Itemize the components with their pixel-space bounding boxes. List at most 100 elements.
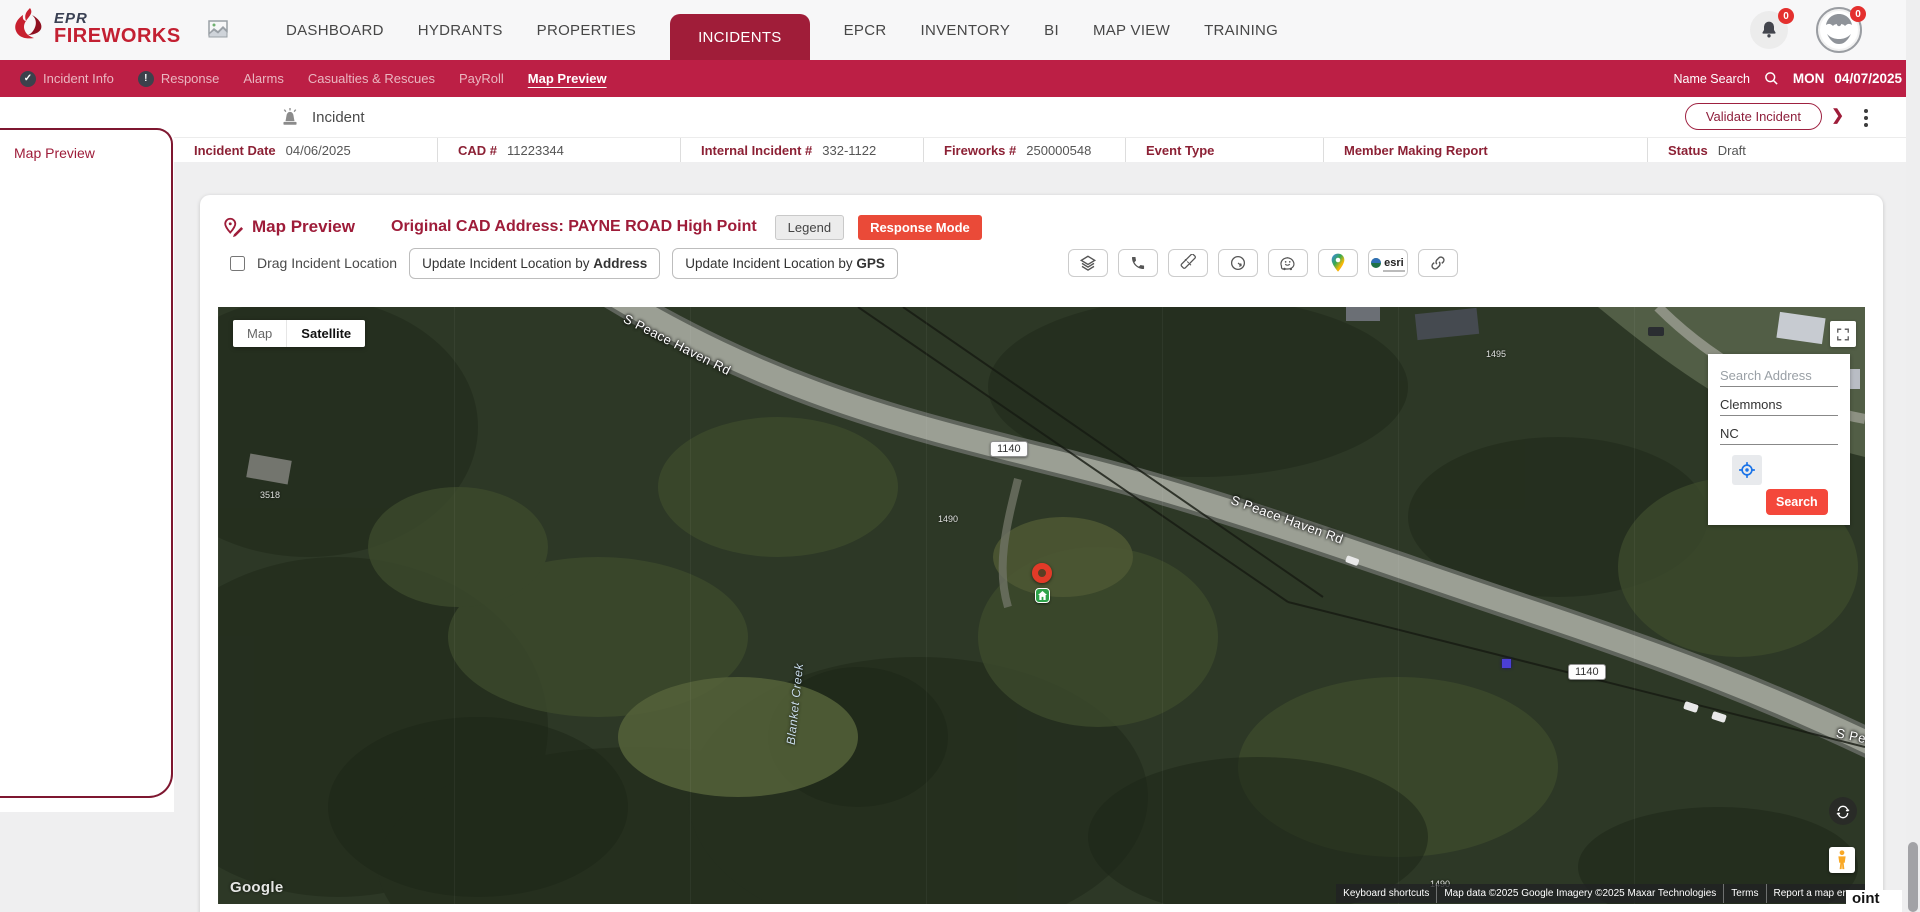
subnav-right: Name Search MON04/07/2025 xyxy=(1673,60,1902,97)
map-search-button[interactable]: Search xyxy=(1766,489,1828,515)
siren-icon xyxy=(280,108,300,126)
drag-incident-location-label: Drag Incident Location xyxy=(257,255,397,271)
broken-image-icon xyxy=(208,20,228,38)
bell-icon xyxy=(1759,20,1779,40)
legend-button[interactable]: Legend xyxy=(775,215,844,240)
name-search-button[interactable]: Name Search xyxy=(1673,72,1749,86)
map-preview-title: Map Preview xyxy=(252,217,355,237)
satellite-imagery xyxy=(218,307,1865,904)
profile-badge: 0 xyxy=(1850,6,1866,22)
logo-line1: EPR xyxy=(54,11,181,26)
pegman-icon xyxy=(1836,850,1848,870)
street-view-pegman[interactable] xyxy=(1829,847,1855,873)
nav-bi[interactable]: BI xyxy=(1044,0,1059,60)
page-scrollbar-track[interactable] xyxy=(1906,0,1920,912)
link-button[interactable] xyxy=(1418,249,1458,277)
subnav-map-preview[interactable]: Map Preview xyxy=(528,71,607,86)
field-internal-incident-number: Internal Incident #332-1122 xyxy=(680,138,923,162)
nav-inventory[interactable]: INVENTORY xyxy=(920,0,1010,60)
map-type-toggle: Map Satellite xyxy=(233,320,365,347)
subnav-casualties[interactable]: Casualties & Rescues xyxy=(308,71,435,86)
subnav-payroll[interactable]: PayRoll xyxy=(459,71,504,86)
google-logo: Google xyxy=(230,879,283,896)
hydrant-marker[interactable] xyxy=(1502,659,1511,668)
search-address-input[interactable] xyxy=(1720,366,1838,387)
layers-button[interactable] xyxy=(1068,249,1108,277)
notification-badge: 0 xyxy=(1778,8,1794,24)
state-input[interactable] xyxy=(1720,424,1838,445)
map-data-credit: Map data ©2025 Google Imagery ©2025 Maxa… xyxy=(1436,884,1723,903)
response-mode-button[interactable]: Response Mode xyxy=(858,215,982,240)
drag-incident-location-checkbox[interactable] xyxy=(230,256,245,271)
update-location-by-gps-button[interactable]: Update Incident Location by GPS xyxy=(672,248,898,279)
notifications-button[interactable]: 0 xyxy=(1750,11,1788,49)
search-icon[interactable] xyxy=(1764,71,1779,86)
waze-button[interactable] xyxy=(1268,249,1308,277)
subnav-response[interactable]: ! Response xyxy=(138,71,220,87)
house-number: 1495 xyxy=(1486,349,1506,359)
primary-nav: DASHBOARD HYDRANTS PROPERTIES INCIDENTS … xyxy=(286,0,1278,60)
current-date: MON04/07/2025 xyxy=(1793,71,1902,86)
top-navigation-bar: EPR FIREWORKS DASHBOARD HYDRANTS PROPERT… xyxy=(0,0,1920,60)
nav-training[interactable]: TRAINING xyxy=(1204,0,1278,60)
fullscreen-button[interactable] xyxy=(1830,321,1856,347)
rotate-tilt-control[interactable] xyxy=(1829,797,1857,825)
route-shield-1140-bottom: 1140 xyxy=(1568,664,1606,680)
next-incident-chevron[interactable]: ❯ xyxy=(1831,106,1844,124)
nav-map-view[interactable]: MAP VIEW xyxy=(1093,0,1170,60)
route-shield-1140-top: 1140 xyxy=(990,441,1028,457)
map-toolbar: Drag Incident Location Update Incident L… xyxy=(230,247,1861,279)
keyboard-shortcuts-link[interactable]: Keyboard shortcuts xyxy=(1336,884,1436,903)
ruler-button[interactable] xyxy=(1168,249,1208,277)
map-type-map-button[interactable]: Map xyxy=(233,320,286,347)
compass-icon xyxy=(1229,254,1247,272)
map-type-satellite-button[interactable]: Satellite xyxy=(286,320,365,347)
nav-properties[interactable]: PROPERTIES xyxy=(537,0,636,60)
field-fireworks-number: Fireworks #250000548 xyxy=(923,138,1125,162)
sidebar-item-map-preview[interactable]: Map Preview xyxy=(14,145,95,161)
original-cad-address: Original CAD Address: PAYNE ROAD High Po… xyxy=(391,218,757,236)
incident-location-marker[interactable] xyxy=(1032,563,1052,583)
subnav-alarms[interactable]: Alarms xyxy=(243,71,283,86)
compass-button[interactable] xyxy=(1218,249,1258,277)
app-logo[interactable]: EPR FIREWORKS xyxy=(12,7,181,49)
house-number: 3518 xyxy=(260,490,280,500)
terms-link[interactable]: Terms xyxy=(1723,884,1765,903)
satellite-map[interactable]: S Peace Haven Rd S Peace Haven Rd S Pea … xyxy=(218,307,1865,904)
validate-incident-button[interactable]: Validate Incident xyxy=(1685,103,1822,130)
house-number: 1490 xyxy=(938,514,958,524)
crosshair-location-icon xyxy=(1738,460,1756,480)
phone-icon xyxy=(1130,255,1146,271)
map-search-panel: Search xyxy=(1708,354,1850,525)
esri-globe-icon xyxy=(1371,258,1381,268)
nav-hydrants[interactable]: HYDRANTS xyxy=(418,0,503,60)
incident-subnav: ✓ Incident Info ! Response Alarms Casual… xyxy=(0,60,1920,97)
more-options-kebab-icon[interactable] xyxy=(1858,107,1874,129)
field-cad-number: CAD #11223344 xyxy=(437,138,680,162)
field-member-making-report: Member Making Report xyxy=(1323,138,1647,162)
logo-flame-icon xyxy=(12,7,48,49)
google-maps-button[interactable] xyxy=(1318,249,1358,277)
fullscreen-icon xyxy=(1836,327,1850,342)
map-attribution: Keyboard shortcuts Map data ©2025 Google… xyxy=(1336,884,1865,903)
google-maps-icon xyxy=(1330,253,1346,273)
nav-dashboard[interactable]: DASHBOARD xyxy=(286,0,384,60)
update-location-by-address-button[interactable]: Update Incident Location by Address xyxy=(409,248,660,279)
page-scrollbar-thumb[interactable] xyxy=(1908,842,1918,912)
sidebar: Map Preview xyxy=(0,97,174,812)
nav-epcr[interactable]: EPCR xyxy=(844,0,887,60)
phone-button[interactable] xyxy=(1118,249,1158,277)
city-input[interactable] xyxy=(1720,395,1838,416)
field-status: StatusDraft xyxy=(1647,138,1906,162)
clipped-address-tooltip: oint xyxy=(1846,890,1902,912)
home-marker[interactable] xyxy=(1035,588,1050,603)
layers-icon xyxy=(1079,254,1097,272)
waze-icon xyxy=(1278,254,1297,272)
field-event-type: Event Type xyxy=(1125,138,1323,162)
use-current-location-button[interactable] xyxy=(1732,455,1762,485)
app: { "colors": { "brand_maroon": "#9e1c39",… xyxy=(0,0,1920,912)
user-avatar[interactable]: 0 xyxy=(1816,7,1862,53)
subnav-incident-info[interactable]: ✓ Incident Info xyxy=(20,71,114,87)
nav-incidents[interactable]: INCIDENTS xyxy=(670,14,810,60)
esri-button[interactable]: esri xyxy=(1368,249,1408,277)
